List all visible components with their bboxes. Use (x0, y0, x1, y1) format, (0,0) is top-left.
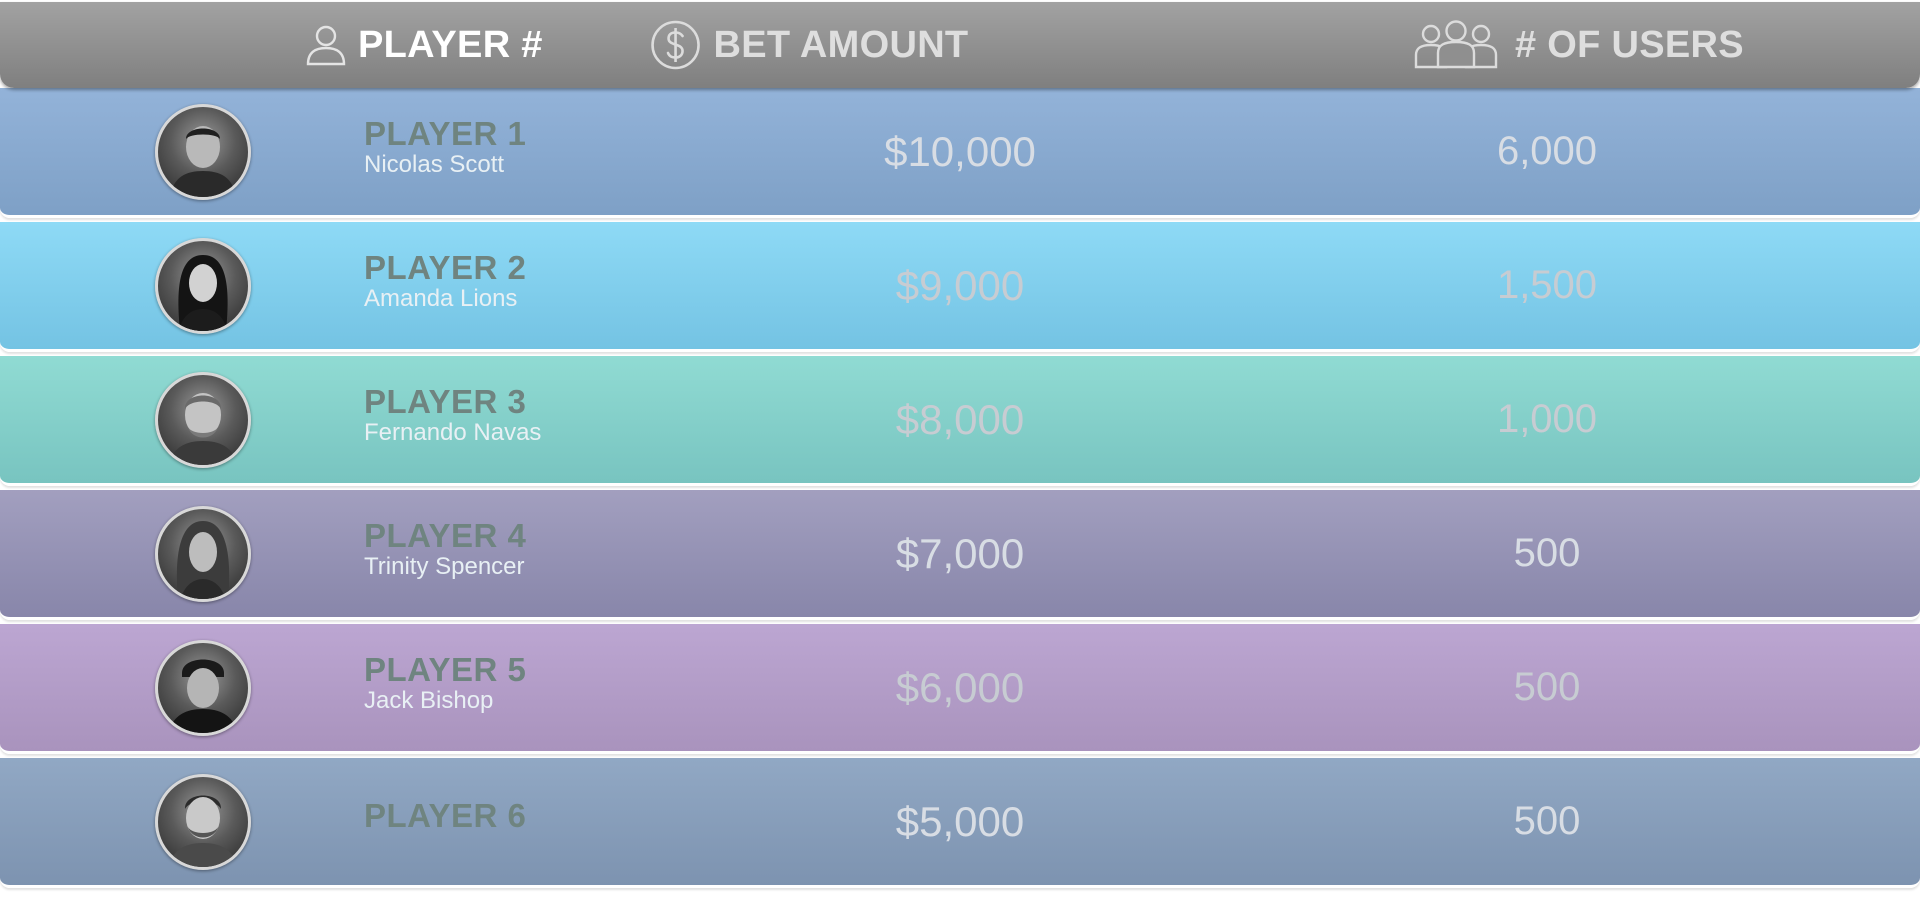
user-count: 500 (1513, 665, 1581, 709)
player-number: PLAYER 5 (364, 651, 527, 688)
bet-amount: $6,000 (895, 663, 1025, 711)
table-row[interactable]: PLAYER 3 Fernando Navas $8,000 1,000 (0, 356, 1920, 486)
avatar (155, 505, 251, 602)
table-row[interactable]: PLAYER 4 Trinity Spencer $7,000 500 (0, 490, 1920, 620)
user-count: 6,000 (1496, 129, 1598, 173)
bet-amount: $5,000 (895, 797, 1025, 845)
player-number: PLAYER 4 (364, 517, 527, 554)
player-number: PLAYER 3 (364, 383, 527, 420)
user-count: 1,500 (1496, 263, 1598, 307)
avatar (155, 639, 251, 736)
user-icon (304, 23, 348, 67)
bet-column-header[interactable]: BET AMOUNT (650, 2, 969, 88)
users-column-header[interactable]: # OF USERS (1413, 2, 1744, 88)
table-row[interactable]: PLAYER 6 $5,000 500 (0, 758, 1920, 888)
player-name: Fernando Navas (364, 419, 542, 446)
player-header-label: PLAYER # (358, 23, 543, 66)
player-number: PLAYER 1 (364, 115, 527, 152)
user-count: 1,000 (1496, 397, 1598, 441)
player-number: PLAYER 6 (364, 797, 527, 834)
bet-header-label: BET AMOUNT (713, 23, 969, 66)
avatar (155, 773, 251, 870)
user-count: 500 (1513, 799, 1581, 843)
avatar (155, 103, 251, 200)
dollar-circle-icon (650, 19, 702, 71)
avatar (155, 371, 251, 468)
user-count: 500 (1513, 531, 1581, 575)
player-number: PLAYER 2 (364, 249, 527, 286)
bet-amount: $10,000 (884, 127, 1036, 175)
player-name: Amanda Lions (364, 285, 518, 312)
table-header: PLAYER # BET AMOUNT # OF USERS (0, 2, 1920, 88)
player-name: Nicolas Scott (364, 151, 505, 178)
player-column-header[interactable]: PLAYER # (304, 2, 543, 88)
bet-amount: $7,000 (895, 529, 1025, 577)
table-row[interactable]: PLAYER 2 Amanda Lions $9,000 1,500 (0, 222, 1920, 352)
player-name: Trinity Spencer (364, 553, 525, 580)
bet-amount: $8,000 (895, 395, 1025, 443)
bet-amount: $9,000 (895, 261, 1025, 309)
users-header-label: # OF USERS (1515, 23, 1744, 66)
table-row[interactable]: PLAYER 5 Jack Bishop $6,000 500 (0, 624, 1920, 754)
player-name: Jack Bishop (364, 687, 494, 714)
users-group-icon (1413, 19, 1499, 71)
avatar (155, 237, 251, 334)
table-row[interactable]: PLAYER 1 Nicolas Scott $10,000 6,000 (0, 88, 1920, 218)
leaderboard-rows: PLAYER 1 Nicolas Scott $10,000 6,000 PLA… (0, 88, 1920, 888)
